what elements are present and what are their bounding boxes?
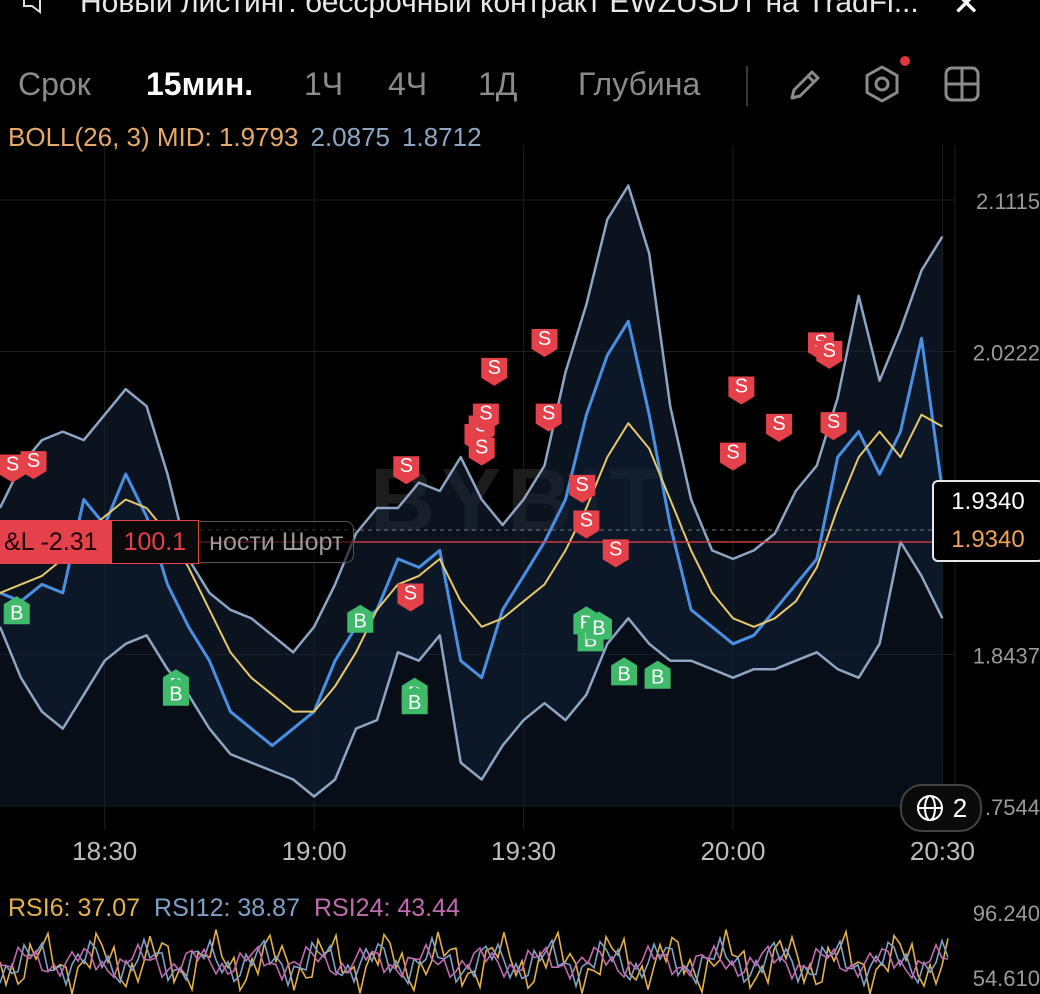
rsi-tick-54: 54.610 — [973, 966, 1040, 991]
sell-marker[interactable]: S — [393, 455, 420, 485]
globe-counter[interactable]: 2 — [900, 784, 982, 832]
x-tick-label: 20:30 — [910, 836, 975, 866]
position-qty: 100.1 — [111, 520, 200, 564]
rsi6-label: RSI6: 37.07 — [8, 894, 141, 922]
rsi12-label: RSI12: 38.87 — [154, 894, 300, 922]
svg-text:S: S — [475, 437, 488, 459]
x-tick-label: 19:30 — [491, 836, 556, 866]
svg-text:S: S — [538, 328, 551, 350]
sell-marker[interactable]: S — [720, 442, 747, 471]
svg-text:B: B — [10, 602, 23, 624]
x-tick-label: 18:30 — [72, 836, 137, 866]
svg-text:S: S — [400, 455, 413, 477]
svg-text:B: B — [651, 667, 664, 689]
y-tick-label: 2.1115 — [976, 189, 1040, 214]
position-label: ности Шорт — [199, 521, 355, 563]
svg-text:S: S — [772, 413, 785, 435]
rsi-legend: RSI6: 37.07 RSI12: 38.87 RSI24: 43.44 — [8, 894, 474, 923]
sell-marker[interactable]: S — [766, 413, 793, 442]
svg-text:B: B — [354, 611, 367, 633]
svg-text:B: B — [169, 684, 182, 706]
rsi-tick-96: 96.240 — [973, 901, 1040, 926]
svg-text:S: S — [404, 583, 417, 605]
svg-text:S: S — [827, 411, 840, 433]
sell-marker[interactable]: S — [728, 375, 755, 405]
mark-price-tag: 1.9340 — [932, 520, 1040, 562]
x-tick-label: 19:00 — [282, 836, 347, 866]
rsi6-line — [0, 928, 949, 994]
svg-text:S: S — [542, 403, 555, 425]
svg-text:S: S — [27, 450, 40, 472]
price-chart[interactable]: 2.1115 2.0222 1.8437 .7544 18:30 19:00 19:30 20… — [0, 0, 1040, 994]
y-tick-label: 1.8437 — [973, 643, 1040, 668]
globe-count: 2 — [952, 792, 968, 823]
svg-text:S: S — [823, 340, 836, 362]
x-tick-label: 20:00 — [700, 836, 765, 866]
last-price-tag: 1.9340 — [932, 480, 1040, 522]
sell-marker[interactable]: S — [468, 437, 495, 466]
pnl-value: &L -2.31 — [0, 520, 112, 564]
svg-text:S: S — [726, 442, 739, 464]
svg-text:S: S — [6, 454, 19, 476]
sell-marker[interactable]: S — [816, 340, 843, 369]
position-line-tag[interactable]: &L -2.31 100.1 ности Шорт — [0, 520, 355, 564]
svg-text:S: S — [576, 474, 589, 496]
svg-text:B: B — [408, 692, 421, 714]
rsi24-label: RSI24: 43.44 — [313, 894, 460, 922]
sell-marker[interactable]: S — [531, 328, 558, 357]
svg-text:B: B — [592, 618, 605, 640]
sell-marker[interactable]: S — [481, 357, 508, 386]
svg-text:S: S — [479, 403, 492, 425]
svg-text:S: S — [580, 510, 593, 532]
svg-text:S: S — [488, 357, 501, 379]
svg-text:S: S — [609, 538, 622, 560]
svg-text:S: S — [735, 375, 748, 397]
globe-icon — [916, 795, 943, 821]
y-tick-label: 2.0222 — [973, 341, 1040, 366]
svg-text:B: B — [617, 663, 630, 685]
y-tick-label: .7544 — [985, 795, 1040, 820]
